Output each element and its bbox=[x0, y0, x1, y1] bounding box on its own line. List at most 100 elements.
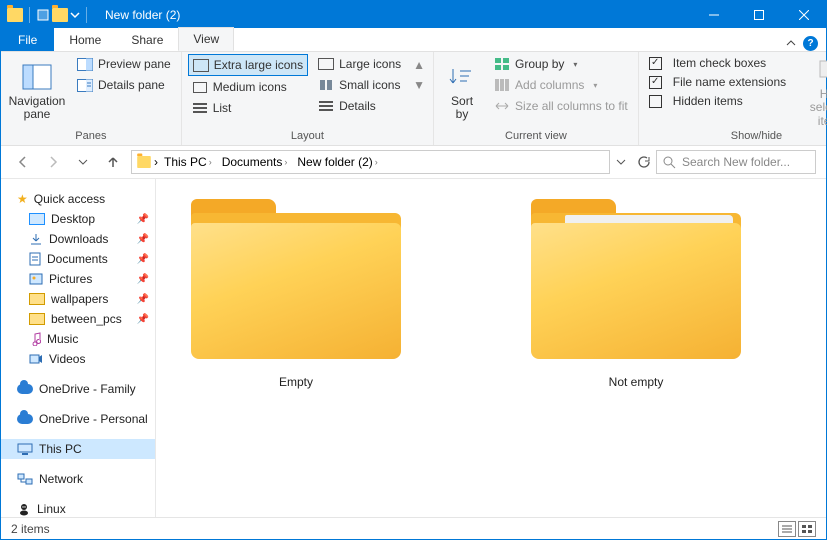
help-icon[interactable]: ? bbox=[803, 36, 818, 51]
address-history-icon[interactable] bbox=[616, 157, 626, 167]
details-pane-button[interactable]: Details pane bbox=[73, 75, 175, 95]
pin-icon: 📌 bbox=[137, 314, 149, 325]
hide-selected-items-button: Hide selected items bbox=[796, 54, 827, 128]
navigation-sidebar: ★Quick access Desktop📌 Downloads📌 Docume… bbox=[1, 179, 156, 517]
address-folder-icon bbox=[137, 156, 151, 168]
sidebar-item-wallpapers[interactable]: wallpapers📌 bbox=[1, 289, 155, 309]
preview-pane-icon bbox=[77, 58, 93, 71]
group-layout: Extra large icons Medium icons List Larg… bbox=[182, 52, 434, 145]
ribbon: Navigation pane Preview pane Details pan… bbox=[1, 52, 826, 146]
large-icons-icon bbox=[318, 58, 334, 70]
qat-newfolder-icon[interactable] bbox=[52, 8, 68, 22]
add-columns-button: Add columns▾ bbox=[490, 75, 632, 95]
pin-icon: 📌 bbox=[137, 214, 149, 225]
folder-item-not-empty[interactable]: Not empty bbox=[526, 199, 746, 497]
maximize-button[interactable] bbox=[736, 1, 781, 28]
status-view-large-button[interactable] bbox=[798, 521, 816, 537]
group-by-button[interactable]: Group by▾ bbox=[490, 54, 632, 74]
network-icon bbox=[17, 473, 33, 485]
layout-details-button[interactable]: Details bbox=[314, 96, 405, 116]
layout-medium-button[interactable]: Medium icons bbox=[188, 77, 308, 97]
title-bar: New folder (2) bbox=[1, 1, 826, 28]
folder-label: Not empty bbox=[609, 375, 664, 389]
file-name-extensions-toggle[interactable]: ✓File name extensions bbox=[645, 73, 790, 91]
documents-icon bbox=[29, 252, 41, 266]
sort-by-button[interactable]: Sort by bbox=[440, 54, 484, 128]
pin-icon: 📌 bbox=[137, 234, 149, 245]
size-columns-icon bbox=[495, 101, 509, 111]
layout-large-button[interactable]: Large icons bbox=[314, 54, 405, 74]
folder-item-empty[interactable]: Empty bbox=[186, 199, 406, 497]
status-view-details-button[interactable] bbox=[778, 521, 796, 537]
sidebar-item-between-pcs[interactable]: between_pcs📌 bbox=[1, 309, 155, 329]
navigation-pane-label: Navigation pane bbox=[9, 95, 66, 121]
sidebar-item-pictures[interactable]: Pictures📌 bbox=[1, 269, 155, 289]
sidebar-quick-access[interactable]: ★Quick access bbox=[1, 189, 155, 209]
sidebar-item-music[interactable]: Music bbox=[1, 329, 155, 349]
window-title: New folder (2) bbox=[105, 8, 180, 22]
group-current-view: Sort by Group by▾ Add columns▾ Size all … bbox=[434, 52, 639, 145]
layout-scroll-down[interactable]: ▼ bbox=[413, 78, 425, 92]
navigation-pane-button[interactable]: Navigation pane bbox=[7, 54, 67, 128]
group-label-current-view: Current view bbox=[440, 128, 632, 145]
layout-small-button[interactable]: Small icons bbox=[314, 75, 405, 95]
back-button[interactable] bbox=[11, 150, 35, 174]
sidebar-linux[interactable]: Linux bbox=[1, 499, 155, 517]
item-check-boxes-toggle[interactable]: ✓Item check boxes bbox=[645, 54, 790, 72]
sidebar-item-documents[interactable]: Documents📌 bbox=[1, 249, 155, 269]
crumb-current[interactable]: New folder (2)› bbox=[293, 155, 381, 169]
sidebar-onedrive-personal[interactable]: OneDrive - Personal bbox=[1, 409, 155, 429]
group-label-layout: Layout bbox=[188, 128, 427, 145]
qat-customize-icon[interactable] bbox=[70, 10, 80, 20]
pin-icon: 📌 bbox=[137, 274, 149, 285]
folder-icon-large bbox=[191, 199, 401, 359]
folder-icon-large bbox=[531, 199, 741, 359]
downloads-icon bbox=[29, 232, 43, 246]
layout-list-button[interactable]: List bbox=[188, 98, 308, 118]
group-by-icon bbox=[495, 58, 509, 70]
group-show-hide: ✓Item check boxes ✓File name extensions … bbox=[639, 52, 827, 145]
sort-icon bbox=[449, 65, 475, 89]
sidebar-item-videos[interactable]: Videos bbox=[1, 349, 155, 369]
up-button[interactable] bbox=[101, 150, 125, 174]
tab-file[interactable]: File bbox=[1, 28, 54, 51]
search-box[interactable]: Search New folder... bbox=[656, 150, 816, 174]
hidden-items-toggle[interactable]: Hidden items bbox=[645, 92, 790, 110]
details-pane-icon bbox=[77, 79, 93, 92]
pictures-icon bbox=[29, 273, 43, 285]
ribbon-tabs: File Home Share View ? bbox=[1, 28, 826, 52]
star-icon: ★ bbox=[17, 192, 28, 206]
status-bar: 2 items bbox=[1, 517, 826, 539]
crumb-documents[interactable]: Documents› bbox=[218, 155, 292, 169]
tab-home[interactable]: Home bbox=[54, 28, 116, 51]
minimize-button[interactable] bbox=[691, 1, 736, 28]
folder-label: Empty bbox=[279, 375, 313, 389]
sidebar-item-desktop[interactable]: Desktop📌 bbox=[1, 209, 155, 229]
desktop-icon bbox=[29, 213, 45, 225]
crumb-this-pc[interactable]: This PC› bbox=[160, 155, 216, 169]
layout-extra-large-button[interactable]: Extra large icons bbox=[188, 54, 308, 76]
refresh-icon[interactable] bbox=[636, 155, 650, 169]
forward-button[interactable] bbox=[41, 150, 65, 174]
file-list[interactable]: Empty Not empty bbox=[156, 179, 826, 517]
item-count: 2 items bbox=[11, 522, 50, 536]
qat-properties-icon[interactable] bbox=[36, 8, 50, 22]
tab-share[interactable]: Share bbox=[116, 28, 178, 51]
close-button[interactable] bbox=[781, 1, 826, 28]
list-icon bbox=[193, 103, 207, 113]
layout-scroll-up[interactable]: ▲ bbox=[413, 58, 425, 72]
videos-icon bbox=[29, 353, 43, 365]
sidebar-this-pc[interactable]: This PC bbox=[1, 439, 155, 459]
size-columns-button: Size all columns to fit bbox=[490, 96, 632, 116]
sidebar-onedrive-family[interactable]: OneDrive - Family bbox=[1, 379, 155, 399]
hide-items-icon bbox=[818, 59, 827, 81]
collapse-ribbon-icon[interactable] bbox=[785, 38, 797, 50]
address-bar[interactable]: › This PC› Documents› New folder (2)› bbox=[131, 150, 610, 174]
recent-locations-button[interactable] bbox=[71, 150, 95, 174]
extra-large-icons-icon bbox=[193, 59, 209, 72]
tab-view[interactable]: View bbox=[178, 27, 234, 51]
sidebar-network[interactable]: Network bbox=[1, 469, 155, 489]
sidebar-item-downloads[interactable]: Downloads📌 bbox=[1, 229, 155, 249]
preview-pane-button[interactable]: Preview pane bbox=[73, 54, 175, 74]
search-icon bbox=[663, 156, 676, 169]
